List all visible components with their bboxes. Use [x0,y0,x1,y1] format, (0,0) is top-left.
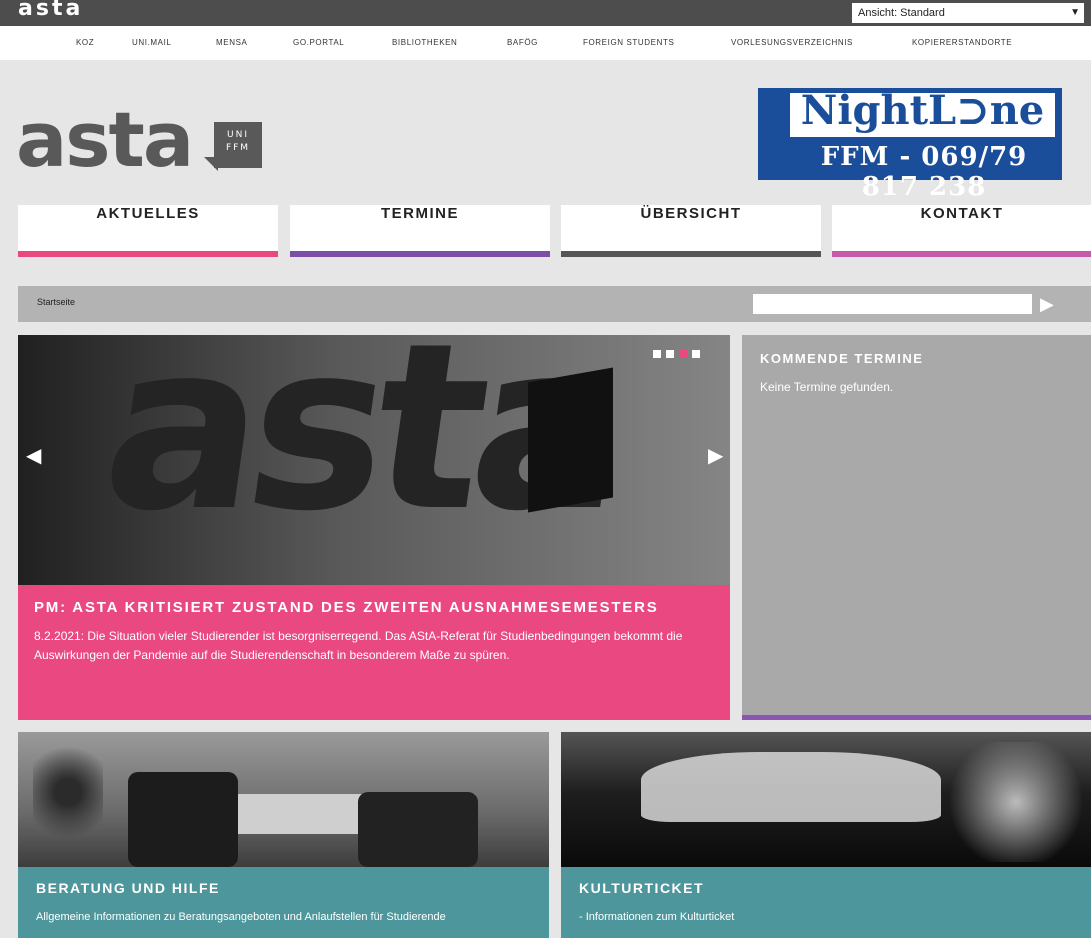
plant-shape [33,737,103,847]
nav-termine[interactable]: TERMINE [290,205,550,257]
util-link-bafoeg[interactable]: BAFÖG [507,38,538,47]
upcoming-events-panel: Kommende Termine Keine Termine gefunden. [742,335,1091,720]
logo-badge-line1: UNI [227,130,249,140]
tile-kulturticket-text: - Informationen zum Kulturticket [579,911,735,923]
nightline-title-box: NightL⊃ne [790,87,1055,137]
slide-headline[interactable]: PM: AStA kritisiert Zustand des zweiten … [34,599,659,616]
mini-logo[interactable]: asta [18,0,83,21]
tile-kulturticket-heading[interactable]: Kulturticket [579,880,704,896]
logo-wordmark: asta [16,95,194,184]
util-link-foreign-students[interactable]: FOREIGN STUDENTS [583,38,674,47]
logo-badge: UNI FFM [214,122,262,168]
util-link-goportal[interactable]: GO.PORTAL [293,38,344,47]
nav-kontakt[interactable]: KONTAKT [832,205,1091,257]
nightline-banner[interactable]: NightL⊃ne FFM - 069/79 817 238 [758,87,1062,202]
breadcrumb-bar: Startseite ▶ [18,286,1091,322]
tile-kulturticket-image [561,732,1091,867]
tile-kulturticket-bar: Kulturticket - Informationen zum Kulturt… [561,867,1091,938]
tent-shape [641,752,941,822]
light-glow-shape [941,742,1091,862]
logo-badge-tail [204,157,218,171]
slider-dot[interactable] [666,350,674,358]
util-link-mensa[interactable]: MENSA [216,38,247,47]
nightline-phone: FFM - 069/79 817 238 [820,142,1028,202]
tile-beratung-image [18,732,549,867]
top-bar: asta Ansicht: Standard ▼ [0,0,1091,26]
util-link-vorlesungsverzeichnis[interactable]: VORLESUNGSVERZEICHNIS [731,38,853,47]
tile-beratung-bar: Beratung und Hilfe Allgemeine Informatio… [18,867,549,938]
events-empty-text: Keine Termine gefunden. [760,380,894,394]
nav-uebersicht[interactable]: ÜBERSICHT [561,205,821,257]
breadcrumb-home[interactable]: Startseite [37,297,75,307]
search-submit-icon[interactable]: ▶ [1040,294,1054,314]
chevron-down-icon: ▼ [1070,7,1080,18]
tile-beratung[interactable]: Beratung und Hilfe Allgemeine Informatio… [18,732,549,938]
events-heading: Kommende Termine [760,351,924,366]
chair-shape [128,772,238,867]
util-link-unimail[interactable]: UNI.MAIL [132,38,171,47]
logo-badge-line2: FFM [225,143,251,153]
news-slider: asta ◀ ▶ PM: AStA kritisiert Zustand des… [18,335,730,720]
slide-text: 8.2.2021: Die Situation vieler Studieren… [34,629,683,662]
util-link-kopiererstandorte[interactable]: KOPIERERSTANDORTE [912,38,1012,47]
slider-prev-icon[interactable]: ◀ [26,443,41,468]
slider-dot[interactable] [692,350,700,358]
tile-beratung-text: Allgemeine Informationen zu Beratungsang… [36,911,446,923]
tile-kulturticket[interactable]: Kulturticket - Informationen zum Kulturt… [561,732,1091,938]
tile-beratung-heading[interactable]: Beratung und Hilfe [36,880,220,896]
util-link-bibliotheken[interactable]: BIBLIOTHEKEN [392,38,457,47]
slide-image-badge [528,367,613,513]
site-logo[interactable]: asta UNI FFM [16,95,266,185]
slider-dots [653,345,705,363]
slide-image[interactable]: asta ◀ ▶ [18,335,730,585]
slider-dot[interactable] [653,350,661,358]
slider-next-icon[interactable]: ▶ [708,443,723,468]
view-select-value: Ansicht: Standard [858,7,945,19]
utility-nav: KOZ UNI.MAIL MENSA GO.PORTAL BIBLIOTHEKE… [0,26,1091,60]
slide-caption[interactable]: PM: AStA kritisiert Zustand des zweiten … [18,585,730,720]
chair-shape [358,792,478,867]
nightline-title: NightL⊃ne [800,87,1045,134]
search-input[interactable] [753,294,1032,314]
nav-aktuelles[interactable]: AKTUELLES [18,205,278,257]
util-link-koz[interactable]: KOZ [76,38,94,47]
view-select[interactable]: Ansicht: Standard ▼ [852,3,1084,23]
slider-dot-active[interactable] [679,350,687,358]
